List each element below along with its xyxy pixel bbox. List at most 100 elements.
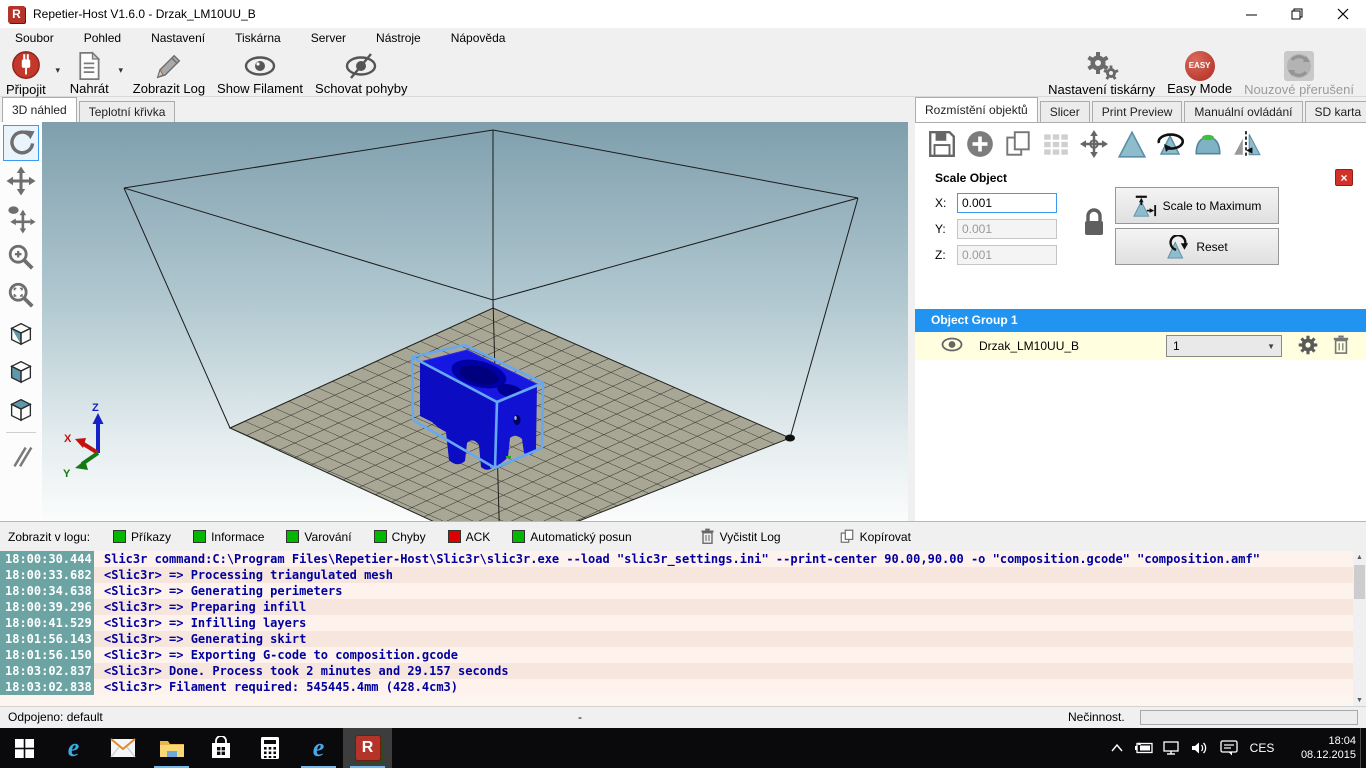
object-row[interactable]: Drzak_LM10UU_B 1 ▼ (915, 332, 1366, 360)
parallel-projection-button[interactable] (3, 438, 39, 474)
show-desktop-button[interactable] (1360, 728, 1366, 768)
scale-to-maximum-button[interactable]: Scale to Maximum (1115, 187, 1279, 224)
scroll-up-icon[interactable]: ▲ (1356, 551, 1363, 564)
object-settings-button[interactable] (1298, 335, 1318, 358)
tab-3d-preview[interactable]: 3D náhled (2, 97, 77, 122)
delete-object-button[interactable] (1332, 335, 1350, 358)
tab-slicer[interactable]: Slicer (1040, 101, 1090, 122)
log-timestamp: 18:00:39.296 (0, 599, 94, 615)
minimize-button[interactable] (1228, 0, 1274, 28)
tab-temperature-curve[interactable]: Teplotní křivka (79, 101, 176, 122)
battery-status-button[interactable] (1130, 728, 1158, 768)
taskbar-explorer-button[interactable] (147, 728, 196, 768)
tray-chevron-button[interactable] (1104, 728, 1130, 768)
log-timestamp: 18:00:34.638 (0, 583, 94, 599)
menu-item[interactable]: Nástroje (361, 28, 436, 48)
lay-flat-button[interactable] (1189, 128, 1227, 160)
log-scrollbar[interactable]: ▲ ▼ (1353, 551, 1366, 707)
log-toggle-button[interactable]: Varování (277, 527, 360, 547)
hide-moves-button[interactable]: Schovat pohyby (309, 48, 414, 96)
load-button[interactable]: Nahrát (64, 48, 115, 96)
log-row: 18:00:33.682 <Slic3r> => Processing tria… (0, 567, 1366, 583)
connect-button[interactable]: Připojit (0, 48, 52, 96)
log-toggle-button[interactable]: Chyby (365, 527, 435, 547)
menu-item[interactable]: Soubor (0, 28, 69, 48)
isometric-view-button[interactable] (3, 315, 39, 351)
scale-z-input[interactable] (957, 245, 1057, 265)
menu-item[interactable]: Tiskárna (220, 28, 296, 48)
scrollbar-thumb[interactable] (1354, 565, 1365, 599)
mirror-object-button[interactable] (1227, 128, 1265, 160)
scale-object-button[interactable] (1113, 128, 1151, 160)
easy-mode-button[interactable]: EASY Easy Mode (1161, 48, 1238, 96)
toggle-state-icon (512, 530, 525, 543)
close-button[interactable] (1320, 0, 1366, 28)
taskbar-ie-button[interactable]: e (294, 728, 343, 768)
scale-to-maximum-icon (1133, 194, 1157, 218)
zoom-in-button[interactable] (3, 239, 39, 275)
tab-object-placement[interactable]: Rozmístění objektů (915, 97, 1038, 122)
add-object-button[interactable] (961, 128, 999, 160)
clock[interactable]: 18:04 08.12.2015 (1280, 728, 1360, 768)
printer-settings-label: Nastavení tiskárny (1048, 82, 1155, 97)
toggle-state-icon (448, 530, 461, 543)
menu-item[interactable]: Nastavení (136, 28, 220, 48)
center-object-button[interactable] (1075, 128, 1113, 160)
save-object-button[interactable] (923, 128, 961, 160)
emergency-stop-button[interactable]: Nouzové přerušení (1238, 48, 1360, 96)
app-icon: R (8, 6, 25, 23)
move-object-button[interactable] (3, 201, 39, 237)
taskbar-mail-button[interactable] (98, 728, 147, 768)
scale-panel-close-button[interactable]: × (1335, 169, 1353, 186)
taskbar-store-button[interactable] (196, 728, 245, 768)
start-button[interactable] (0, 728, 49, 768)
restore-button[interactable] (1274, 0, 1320, 28)
printer-settings-button[interactable]: Nastavení tiskárny (1042, 48, 1161, 96)
connect-dropdown-arrow[interactable]: ▾ (52, 48, 64, 92)
rotate-object-button[interactable] (1151, 128, 1189, 160)
log-toggle-button[interactable]: ACK (439, 527, 500, 547)
panel-splitter[interactable] (908, 122, 915, 521)
zoom-fit-button[interactable] (3, 277, 39, 313)
taskbar-repetier-button[interactable]: R (343, 728, 392, 768)
show-filament-button[interactable]: Show Filament (211, 48, 309, 96)
uniform-scale-lock-button[interactable] (1081, 207, 1107, 242)
menu-item[interactable]: Nápověda (436, 28, 521, 48)
log-toggle-button[interactable]: Automatický posun (503, 527, 640, 547)
tab-sd-card[interactable]: SD karta (1305, 101, 1366, 122)
load-dropdown-arrow[interactable]: ▾ (115, 48, 127, 92)
copies-value: 1 (1173, 339, 1267, 353)
autoposition-button[interactable] (1037, 128, 1075, 160)
gears-icon (1084, 50, 1120, 82)
language-indicator[interactable]: CES (1244, 728, 1280, 768)
log-lines: 18:00:30.444 Slic3r command:C:\Program F… (0, 551, 1366, 695)
object-visibility-button[interactable] (941, 337, 963, 355)
rotate-view-button[interactable] (3, 125, 39, 161)
scale-x-input[interactable] (957, 193, 1057, 213)
top-view-icon (6, 394, 36, 424)
tab-print-preview[interactable]: Print Preview (1092, 101, 1183, 122)
notifications-button[interactable] (1214, 728, 1244, 768)
volume-button[interactable] (1186, 728, 1214, 768)
show-log-button[interactable]: Zobrazit Log (127, 48, 211, 96)
log-toggle-button[interactable]: Informace (184, 527, 273, 547)
move-view-button[interactable] (3, 163, 39, 199)
clear-log-button[interactable]: Vyčistit Log (691, 525, 790, 548)
menu-item[interactable]: Pohled (69, 28, 136, 48)
copy-object-button[interactable] (999, 128, 1037, 160)
3d-scene[interactable]: Z X Y (42, 122, 908, 521)
log-toggle-button[interactable]: Příkazy (104, 527, 180, 547)
scale-y-input[interactable] (957, 219, 1057, 239)
top-view-button[interactable] (3, 391, 39, 427)
copy-log-button[interactable]: Kopírovat (830, 525, 920, 548)
reset-scale-button[interactable]: Reset (1115, 228, 1279, 265)
copies-dropdown[interactable]: 1 ▼ (1166, 335, 1282, 357)
front-view-button[interactable] (3, 353, 39, 389)
network-status-button[interactable] (1158, 728, 1186, 768)
main-toolbar: Připojit ▾ Nahrát ▾ Zobrazit Log Show Fi… (0, 48, 1366, 97)
taskbar-edge-button[interactable]: e (49, 728, 98, 768)
menu-item[interactable]: Server (296, 28, 361, 48)
log-message: <Slic3r> => Infilling layers (94, 615, 306, 631)
tab-manual-control[interactable]: Manuální ovládání (1184, 101, 1302, 122)
taskbar-calculator-button[interactable] (245, 728, 294, 768)
